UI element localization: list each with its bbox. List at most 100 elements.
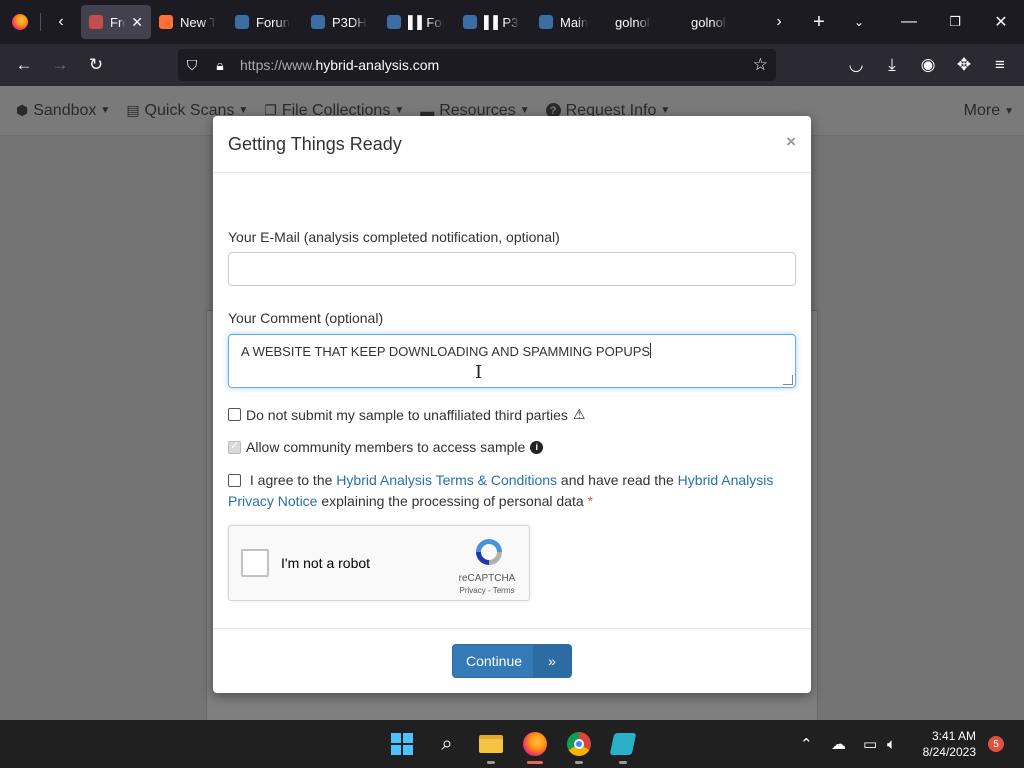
url-text[interactable]: https://www.hybrid-analysis.com — [240, 57, 439, 73]
tab-title: New T — [180, 14, 216, 30]
tab-favicon-icon — [539, 15, 553, 29]
onedrive-cloud-icon[interactable]: ☁ — [831, 720, 846, 768]
tab-favicon-icon — [387, 15, 401, 29]
tab-strip: ‹ Fre ✕ New T Forun P3DH ▌▌For ▌▌P3D Main golnol… — [0, 0, 1024, 44]
nav-bar: ← → ↻ ⛉ 🔒︎ https://www.hybrid-analysis.c… — [0, 44, 1024, 86]
downloads-icon[interactable]: ⤓ — [874, 44, 910, 86]
browser-tab[interactable]: New T — [151, 5, 227, 39]
modal-header: Getting Things Ready × — [213, 116, 811, 173]
extensions-icon[interactable]: ✥ — [946, 44, 982, 86]
email-field[interactable] — [228, 252, 796, 286]
file-explorer-icon[interactable] — [475, 728, 507, 764]
url-domain: hybrid-analysis.com — [315, 57, 440, 73]
notification-badge[interactable]: 5 — [988, 736, 1004, 752]
app-icon[interactable] — [607, 728, 639, 764]
modal-title: Getting Things Ready — [228, 133, 402, 154]
comment-text: A WEBSITE THAT KEEP DOWNLOADING AND SPAM… — [241, 344, 651, 359]
recaptcha-widget: I'm not a robot reCAPTCHA Privacy - Term… — [228, 525, 530, 601]
address-bar[interactable]: ⛉ 🔒︎ https://www.hybrid-analysis.com ☆ — [178, 49, 776, 81]
recaptcha-brand: reCAPTCHA — [458, 573, 516, 584]
close-icon[interactable]: × — [786, 132, 796, 152]
terms-link[interactable]: Hybrid Analysis Terms & Conditions — [336, 472, 557, 488]
continue-button[interactable]: Continue » — [452, 644, 572, 678]
tab-title: golnols — [691, 14, 727, 30]
recaptcha-logo-icon — [476, 539, 502, 565]
taskbar: ⌕ ⌃ ☁ ▭ 🔈︎ 3:41 AM 8/24/2023 5 — [0, 720, 1024, 768]
search-icon[interactable]: ⌕ — [431, 728, 463, 760]
tab-favicon-icon — [235, 15, 249, 29]
third-party-option[interactable]: Do not submit my sample to unaffiliated … — [228, 406, 585, 423]
comment-label: Your Comment (optional) — [228, 310, 384, 326]
ibeam-cursor-icon: I — [475, 362, 483, 383]
browser-tab[interactable]: ▌▌For — [379, 5, 455, 39]
tab-favicon-icon — [89, 15, 103, 29]
volume-icon[interactable]: 🔈︎ — [887, 720, 896, 768]
reload-icon[interactable]: ↻ — [78, 44, 114, 86]
back-icon[interactable]: ← — [6, 44, 42, 86]
firefox-taskbar-icon[interactable] — [519, 728, 551, 764]
tab-title: Fre — [110, 14, 125, 30]
recaptcha-label: I'm not a robot — [281, 555, 371, 571]
browser-tab[interactable]: golnolsy.x — [607, 5, 683, 39]
forward-icon[interactable]: → — [42, 44, 78, 86]
clock-time: 3:41 AM — [931, 729, 976, 743]
community-label: Allow community members to access sample — [246, 439, 526, 455]
list-all-tabs-icon[interactable]: ⌄ — [839, 0, 879, 44]
account-icon[interactable]: ◉ — [910, 44, 946, 86]
comment-textarea[interactable]: A WEBSITE THAT KEEP DOWNLOADING AND SPAM… — [228, 334, 796, 388]
getting-ready-modal: Getting Things Ready × Your E-Mail (anal… — [213, 116, 811, 693]
browser-tab[interactable]: golnols — [683, 5, 759, 39]
warning-triangle-icon[interactable]: ⚠ — [573, 406, 586, 423]
resize-handle-icon[interactable] — [783, 375, 793, 385]
tabs-scroll-right-icon[interactable]: › — [759, 0, 799, 44]
third-party-checkbox[interactable] — [228, 408, 241, 421]
windows-logo-icon — [391, 733, 413, 755]
tab-list: Fre ✕ New T Forun P3DH ▌▌For ▌▌P3D Main golnolsy… — [81, 5, 759, 39]
terms-suffix: explaining the processing of personal da… — [317, 493, 588, 509]
minimize-icon[interactable]: — — [886, 0, 932, 44]
url-prefix: https://www. — [240, 57, 316, 73]
browser-tab[interactable]: P3DH — [303, 5, 379, 39]
bookmark-star-icon[interactable]: ☆ — [753, 55, 768, 75]
browser-tab[interactable]: Fre ✕ — [81, 5, 151, 39]
start-button[interactable] — [386, 728, 418, 760]
toolbar-right: ◡ ⤓ ◉ ✥ ≡ — [838, 44, 1018, 86]
tab-title: Main — [560, 14, 589, 30]
chrome-icon[interactable] — [563, 728, 595, 764]
restore-icon[interactable]: ❐ — [932, 0, 978, 44]
network-icon[interactable]: ▭ — [863, 720, 877, 768]
firefox-menu-icon[interactable] — [0, 0, 40, 44]
show-hidden-icons-icon[interactable]: ⌃ — [800, 720, 813, 768]
recaptcha-checkbox[interactable] — [241, 549, 269, 577]
third-party-label: Do not submit my sample to unaffiliated … — [246, 406, 568, 423]
modal-footer: Continue » — [213, 628, 811, 693]
new-tab-icon[interactable]: + — [799, 0, 839, 44]
terms-agreement: I agree to the Hybrid Analysis Terms & C… — [228, 470, 788, 512]
double-chevron-right-icon: » — [533, 645, 571, 677]
community-option: Allow community members to access sample… — [228, 439, 544, 455]
pocket-icon[interactable]: ◡ — [838, 44, 874, 86]
text-cursor — [650, 343, 652, 358]
browser-tab[interactable]: ▌▌P3D — [455, 5, 531, 39]
tab-favicon-icon — [463, 15, 477, 29]
terms-checkbox[interactable] — [228, 474, 241, 487]
tabs-scroll-left-icon[interactable]: ‹ — [41, 0, 81, 44]
info-icon[interactable]: i — [530, 440, 544, 454]
required-asterisk: * — [587, 493, 593, 509]
recaptcha-links[interactable]: Privacy - Terms — [457, 586, 517, 595]
close-window-icon[interactable]: ✕ — [978, 0, 1024, 44]
terms-middle: and have read the — [557, 472, 678, 488]
hamburger-menu-icon[interactable]: ≡ — [982, 44, 1018, 86]
shield-icon[interactable]: ⛉ — [178, 57, 206, 74]
clock[interactable]: 3:41 AM 8/24/2023 — [923, 728, 976, 760]
browser-tab[interactable]: Main — [531, 5, 607, 39]
terms-prefix: I agree to the — [249, 472, 337, 488]
tab-title: ▌▌P3D — [484, 14, 520, 30]
tab-title: ▌▌For — [408, 14, 444, 30]
lock-icon[interactable]: 🔒︎ — [206, 57, 234, 74]
tab-title: Forun — [256, 14, 290, 30]
continue-label: Continue — [466, 653, 523, 669]
tab-title: golnolsy.x — [615, 14, 651, 30]
browser-tab[interactable]: Forun — [227, 5, 303, 39]
tab-close-icon[interactable]: ✕ — [131, 14, 143, 31]
